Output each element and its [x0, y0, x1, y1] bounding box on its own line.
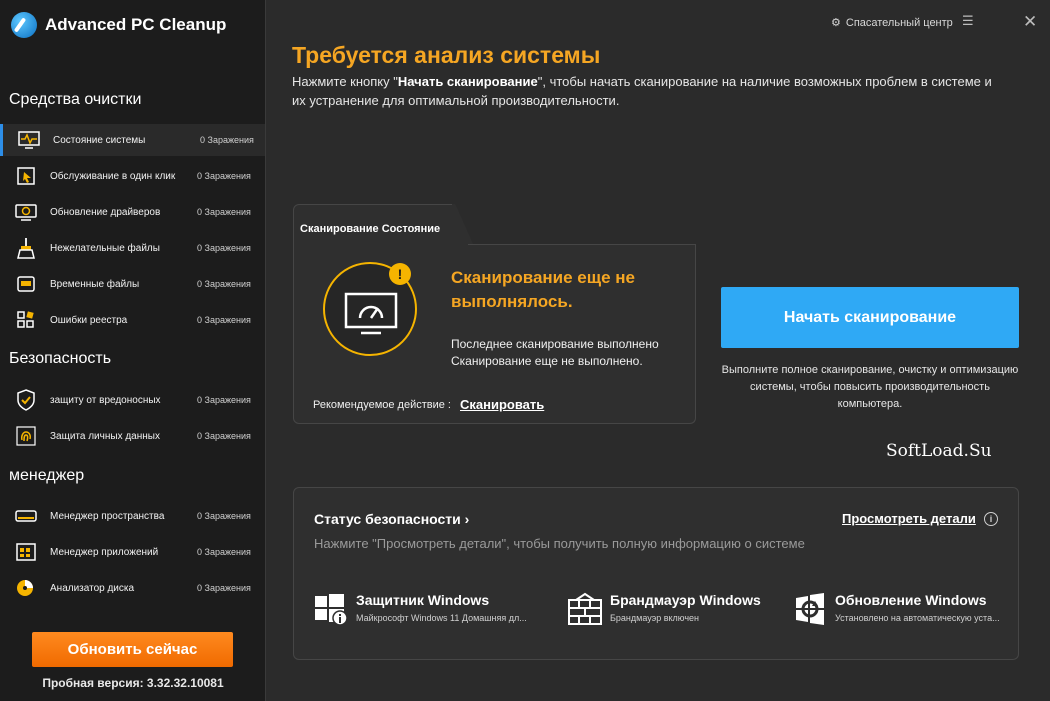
- security-item-name: Брандмауэр Windows: [610, 592, 761, 608]
- last-scan-value: Сканирование еще не выполнено.: [451, 354, 643, 368]
- info-icon[interactable]: i: [984, 512, 998, 526]
- view-details-link[interactable]: Просмотреть детали: [842, 511, 976, 526]
- sidebar-item-count: 0 Заражения: [197, 315, 251, 325]
- recommended-action-label: Рекомендуемое действие :: [313, 399, 451, 411]
- sidebar-item-one-click[interactable]: Обслуживание в один клик 0 Заражения: [0, 160, 265, 192]
- one-click-icon: [14, 165, 38, 187]
- fingerprint-icon: [14, 425, 38, 447]
- watermark: SoftLoad.Su: [886, 441, 992, 461]
- start-scan-description: Выполните полное сканирование, очистку и…: [721, 364, 1019, 410]
- security-hint: Нажмите "Просмотреть детали", чтобы полу…: [314, 536, 805, 551]
- rescue-center-link[interactable]: ⚙ Спасательный центр: [831, 16, 953, 30]
- start-scan-button[interactable]: Начать сканирование: [721, 287, 1019, 348]
- sidebar-item-count: 0 Заражения: [197, 431, 251, 441]
- security-item-name: Обновление Windows: [835, 592, 987, 608]
- rescue-center-label: Спасательный центр: [845, 16, 953, 29]
- last-scan-label: Последнее сканирование выполнено: [451, 337, 659, 351]
- app-title: Advanced PC Cleanup: [45, 15, 227, 34]
- sidebar-item-app-manager[interactable]: Менеджер приложений 0 Заражения: [0, 536, 265, 568]
- sidebar-item-driver-update[interactable]: Обновление драйверов 0 Заражения: [0, 196, 265, 228]
- sidebar-item-disk-analyzer[interactable]: Анализатор диска 0 Заражения: [0, 572, 265, 604]
- sidebar-item-count: 0 Заражения: [197, 171, 251, 181]
- windows-defender-icon: [314, 592, 348, 626]
- sidebar: Advanced PC Cleanup Средства очистки Сос…: [0, 0, 266, 701]
- sidebar-item-label: Обновление драйверов: [50, 206, 161, 218]
- sidebar-item-label: Менеджер пространства: [50, 510, 165, 522]
- sidebar-item-count: 0 Заражения: [197, 395, 251, 405]
- sidebar-item-count: 0 Заражения: [197, 207, 251, 217]
- app-logo: Advanced PC Cleanup: [11, 12, 226, 38]
- warning-icon: !: [389, 263, 411, 285]
- sidebar-item-label: Ошибки реестра: [50, 314, 128, 326]
- monitor-pulse-icon: [17, 129, 41, 151]
- windows-firewall-status: Брандмауэр Windows Брандмауэр включен: [568, 590, 788, 630]
- page-title: Требуется анализ системы: [292, 42, 601, 68]
- broom-icon: [14, 237, 38, 259]
- shield-check-icon: [14, 389, 38, 411]
- desc-bold: Начать сканирование: [397, 74, 538, 89]
- gear-icon: ⚙: [831, 17, 841, 29]
- windows-defender-status: Защитник Windows Майкрософт Windows 11 Д…: [314, 590, 554, 630]
- scan-now-link[interactable]: Сканировать: [460, 397, 544, 412]
- sidebar-item-temp-files[interactable]: Временные файлы 0 Заражения: [0, 268, 265, 300]
- sidebar-item-registry-errors[interactable]: Ошибки реестра 0 Заражения: [0, 304, 265, 336]
- windows-update-status: Обновление Windows Установлено на автома…: [793, 590, 1017, 630]
- sidebar-item-label: Обслуживание в один клик: [50, 170, 176, 182]
- security-item-status: Установлено на автоматическую уста...: [835, 613, 1000, 623]
- sidebar-item-count: 0 Заражения: [197, 243, 251, 253]
- registry-icon: [14, 309, 38, 331]
- windows-update-icon: [793, 592, 827, 626]
- scan-tab-label: Сканирование Состояние: [300, 223, 441, 235]
- sidebar-item-label: Защита личных данных: [50, 430, 160, 442]
- sidebar-item-count: 0 Заражения: [197, 279, 251, 289]
- scan-card-border: [468, 244, 696, 245]
- security-status-label: Статус безопасности: [314, 511, 461, 527]
- temp-files-icon: [14, 273, 38, 295]
- close-icon[interactable]: ✕: [1023, 12, 1037, 32]
- sidebar-item-label: Нежелательные файлы: [50, 242, 160, 254]
- sidebar-item-junk-files[interactable]: Нежелательные файлы 0 Заражения: [0, 232, 265, 264]
- section-title-manager: менеджер: [9, 467, 85, 484]
- sidebar-item-space-manager[interactable]: Менеджер пространства 0 Заражения: [0, 500, 265, 532]
- section-title-security: Безопасность: [9, 350, 112, 367]
- page-description: Нажмите кнопку "Начать сканирование", чт…: [292, 72, 992, 110]
- sidebar-item-label: Состояние системы: [53, 134, 146, 146]
- security-status-title[interactable]: Статус безопасности ›: [314, 511, 469, 527]
- security-item-status: Майкрософт Windows 11 Домашняя дл...: [356, 613, 527, 623]
- security-item-status: Брандмауэр включен: [610, 613, 700, 623]
- sidebar-item-count: 0 Заражения: [197, 583, 251, 593]
- sidebar-item-count: 0 Заражения: [200, 135, 254, 145]
- driver-update-icon: [14, 201, 38, 223]
- disk-space-icon: [14, 505, 38, 527]
- security-item-name: Защитник Windows: [356, 592, 490, 608]
- sidebar-item-label: Менеджер приложений: [50, 546, 159, 558]
- sidebar-item-privacy-protection[interactable]: Защита личных данных 0 Заражения: [0, 420, 265, 452]
- scan-status-text: Сканирование еще не выполнялось.: [451, 268, 636, 311]
- app-logo-icon: [11, 12, 37, 38]
- sidebar-item-count: 0 Заражения: [197, 511, 251, 521]
- sidebar-item-label: Анализатор диска: [50, 582, 135, 594]
- firewall-icon: [568, 592, 602, 626]
- sidebar-item-system-status[interactable]: Состояние системы 0 Заражения: [0, 124, 265, 156]
- chevron-right-icon: ›: [464, 511, 470, 527]
- menu-icon[interactable]: ☰: [962, 13, 974, 29]
- version-label: Пробная версия: 3.32.32.10081: [42, 676, 224, 690]
- disk-analyzer-icon: [14, 577, 38, 599]
- sidebar-item-malware-protection[interactable]: защиту от вредоносных 0 Заражения: [0, 384, 265, 416]
- desc-pre: Нажмите кнопку ": [292, 74, 398, 89]
- upgrade-now-button[interactable]: Обновить сейчас: [32, 632, 233, 667]
- sidebar-item-label: Временные файлы: [50, 278, 140, 290]
- last-scan-info: Последнее сканирование выполнено Сканиро…: [451, 336, 659, 370]
- section-title-cleaning: Средства очистки: [9, 91, 142, 108]
- sidebar-item-label: защиту от вредоносных: [50, 394, 161, 406]
- sidebar-item-count: 0 Заражения: [197, 547, 251, 557]
- app-manager-icon: [14, 541, 38, 563]
